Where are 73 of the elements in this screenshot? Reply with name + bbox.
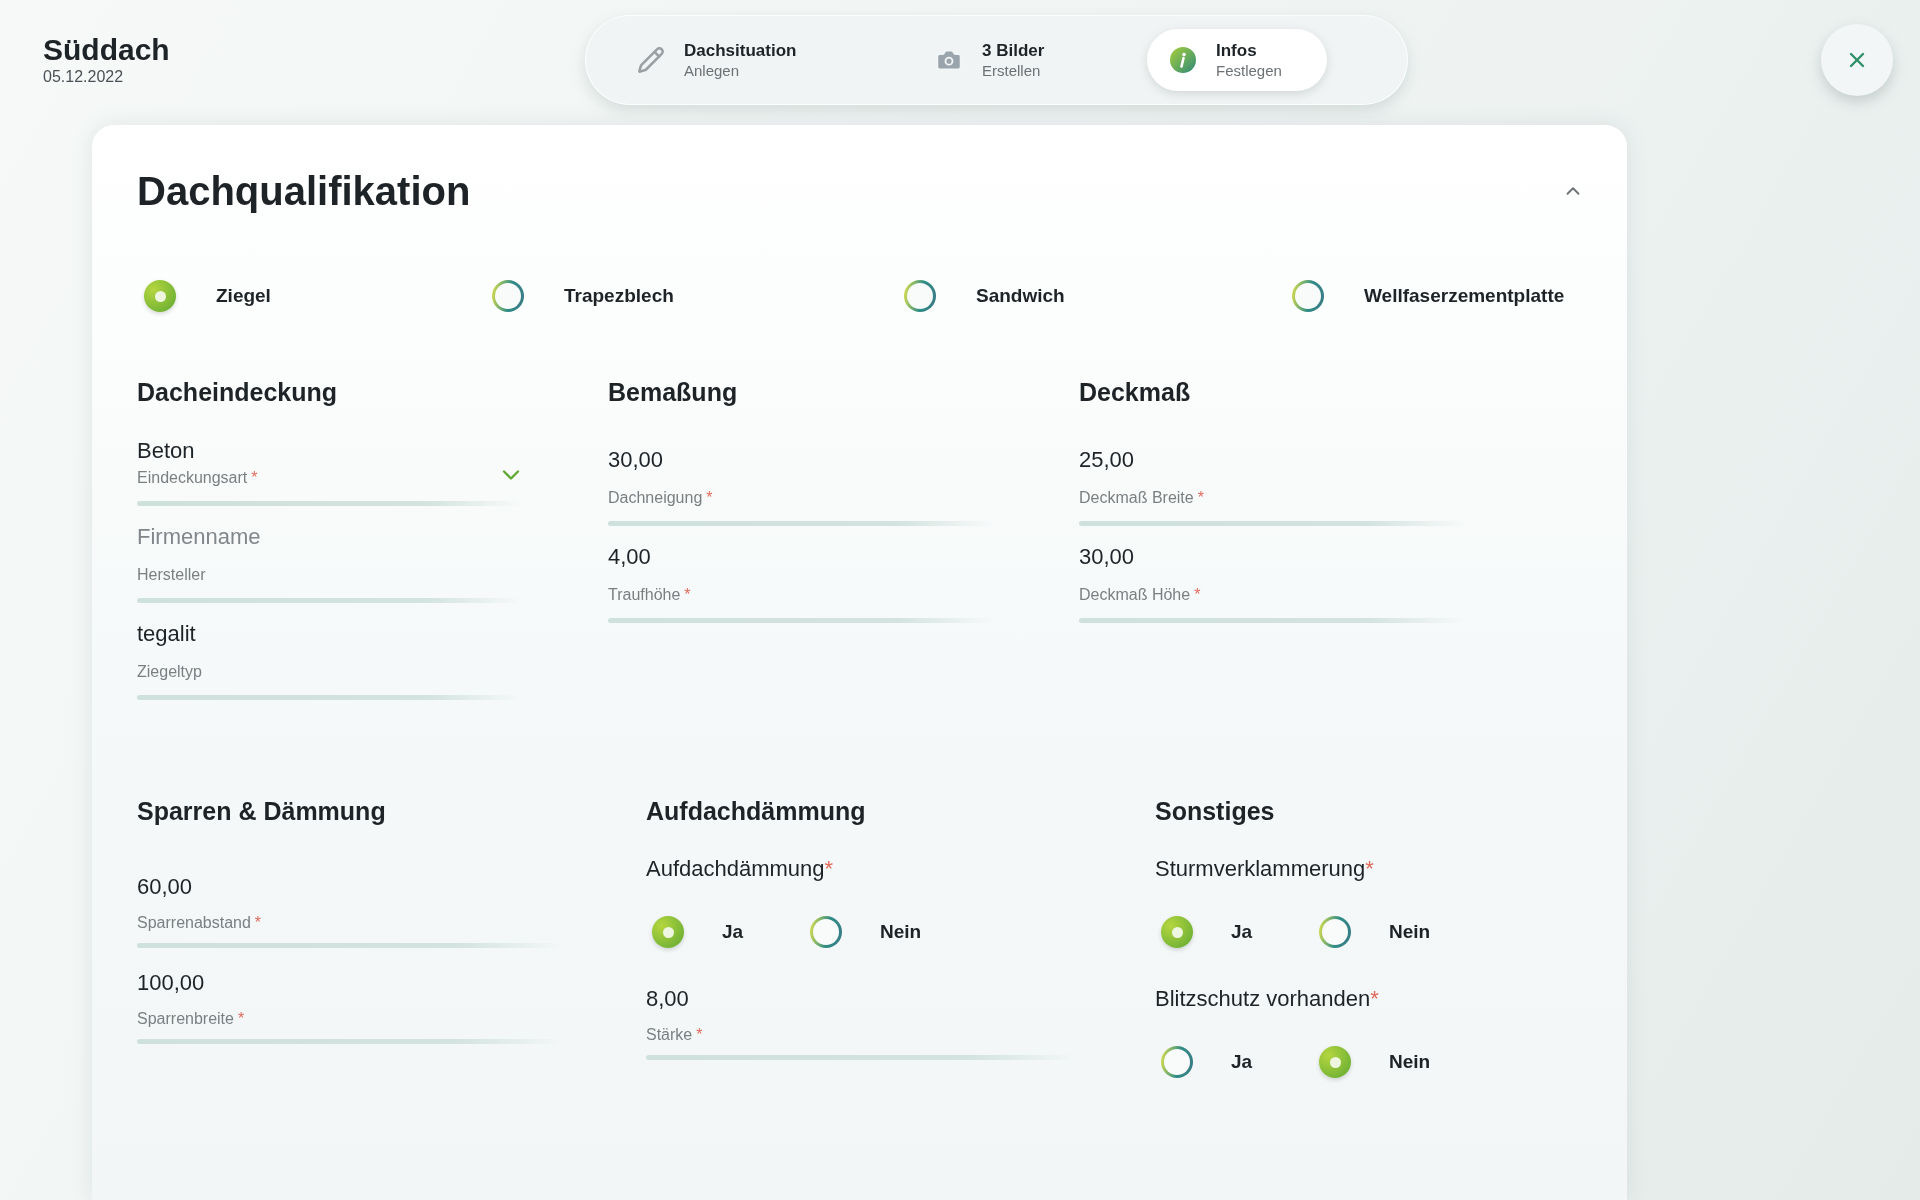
step-subtitle: Erstellen — [982, 60, 1042, 80]
field-label: Sparrenbreite * — [137, 1009, 246, 1029]
radio-button[interactable] — [810, 916, 842, 948]
section-heading: Bemaßung — [608, 377, 739, 407]
input-field[interactable]: 30,00 Dachneigung * — [608, 445, 994, 526]
radio-button[interactable] — [904, 280, 936, 312]
radio-label[interactable]: Wellfaserzementplatte — [1364, 281, 1565, 311]
field-value: 25,00 — [1079, 446, 1136, 474]
field-value: 30,00 — [1079, 543, 1136, 571]
section-heading: Deckmaß — [1079, 377, 1192, 407]
input-field[interactable]: 8,00 Stärke * — [646, 984, 1076, 1060]
radio-button-selected[interactable] — [1161, 916, 1193, 948]
field-label: Dachneigung * — [608, 488, 714, 508]
field-label: Deckmaß Höhe * — [1079, 585, 1202, 605]
radio-label[interactable]: Ja — [1231, 1047, 1253, 1077]
radio-label[interactable]: Ja — [1231, 917, 1253, 947]
input-field[interactable]: 60,00 Sparrenabstand * — [137, 872, 562, 948]
radio-label[interactable]: Sandwich — [976, 281, 1065, 311]
input-field[interactable]: tegalit Ziegeltyp — [137, 619, 523, 700]
radio-label[interactable]: Ja — [722, 917, 744, 947]
input-field[interactable]: Firmenname Hersteller — [137, 522, 523, 603]
section-heading: Dacheindeckung — [137, 377, 339, 407]
step-title: Infos — [1216, 40, 1258, 61]
pencil-icon — [637, 46, 665, 74]
input-field[interactable]: 100,00 Sparrenbreite * — [137, 968, 562, 1044]
input-field[interactable]: 30,00 Deckmaß Höhe * — [1079, 542, 1465, 623]
step-tab[interactable]: Infos Festlegen — [1147, 29, 1327, 91]
question-label: Blitzschutz vorhanden* — [1155, 985, 1380, 1013]
radio-label[interactable]: Nein — [1389, 1047, 1431, 1077]
input-field[interactable]: 25,00 Deckmaß Breite * — [1079, 445, 1465, 526]
radio-label[interactable]: Trapezblech — [564, 281, 674, 311]
radio-label[interactable]: Nein — [880, 917, 922, 947]
section-heading: Sparren & Dämmung — [137, 796, 387, 826]
field-value: 30,00 — [608, 446, 665, 474]
page-title: Süddach — [43, 33, 171, 67]
radio-button-selected[interactable] — [652, 916, 684, 948]
card-title: Dachqualifikation — [137, 168, 471, 215]
radio-button[interactable] — [1292, 280, 1324, 312]
field-label: Deckmaß Breite * — [1079, 488, 1205, 508]
step-title: Dachsituation — [684, 40, 797, 61]
field-label: Ziegeltyp — [137, 662, 203, 682]
question-label: Aufdachdämmung* — [646, 855, 835, 883]
field-placeholder: Firmenname — [137, 523, 262, 551]
info-icon — [1169, 46, 1197, 74]
step-subtitle: Festlegen — [1216, 60, 1282, 80]
field-label: Eindeckungsart * — [137, 468, 258, 488]
section-heading: Aufdachdämmung — [646, 796, 867, 826]
step-subtitle: Anlegen — [684, 60, 741, 80]
radio-button[interactable] — [492, 280, 524, 312]
field-value: 4,00 — [608, 543, 652, 571]
field-value: 8,00 — [646, 985, 690, 1013]
step-tab[interactable]: 3 Bilder Erstellen — [923, 29, 1147, 91]
select-value: Beton — [137, 437, 196, 465]
select-field[interactable]: Beton Eindeckungsart * — [137, 437, 523, 506]
section-heading: Sonstiges — [1155, 796, 1276, 826]
radio-button[interactable] — [1319, 916, 1351, 948]
input-field[interactable]: 4,00 Traufhöhe * — [608, 542, 994, 623]
field-label: Hersteller — [137, 565, 207, 585]
field-value: 60,00 — [137, 873, 194, 901]
step-title: 3 Bilder — [982, 40, 1045, 61]
date-text: 05.12.2022 — [43, 67, 125, 87]
radio-label[interactable]: Ziegel — [216, 281, 271, 311]
radio-button-selected[interactable] — [144, 280, 176, 312]
field-label: Sparrenabstand * — [137, 913, 263, 933]
field-value: 100,00 — [137, 969, 206, 997]
field-label: Stärke * — [646, 1025, 704, 1045]
radio-label[interactable]: Nein — [1389, 917, 1431, 947]
step-tab[interactable]: Dachsituation Anlegen — [625, 29, 923, 91]
field-value: tegalit — [137, 620, 197, 648]
radio-button[interactable] — [1161, 1046, 1193, 1078]
question-label: Sturmverklammerung* — [1155, 855, 1375, 883]
radio-button-selected[interactable] — [1319, 1046, 1351, 1078]
field-label: Traufhöhe * — [608, 585, 692, 605]
